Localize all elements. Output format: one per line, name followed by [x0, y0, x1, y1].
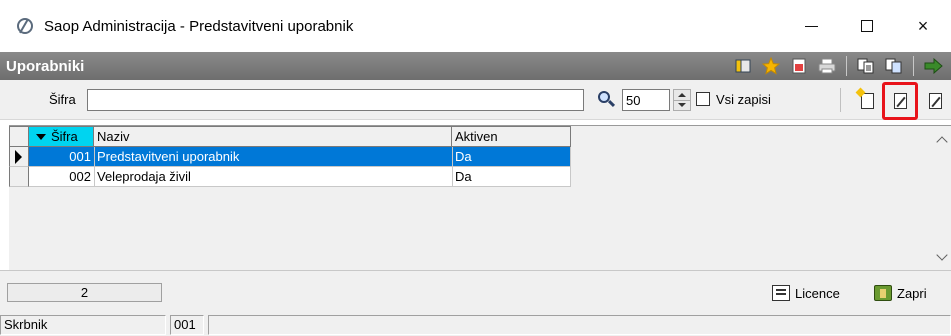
maximize-icon — [861, 20, 873, 32]
module-title: Uporabniki — [6, 57, 85, 75]
column-header-label: Šifra — [51, 129, 78, 144]
window-controls: × — [783, 0, 951, 52]
spinner-up-icon — [678, 93, 686, 97]
row-indicator — [9, 147, 29, 167]
row-indicator-header — [9, 126, 29, 147]
paste-icon — [885, 58, 902, 74]
spinner-divider — [674, 100, 690, 101]
table-row[interactable]: 002 Veleprodaja živil Da — [9, 167, 571, 187]
toolbar-separator — [840, 88, 841, 112]
column-header-naziv[interactable]: Naziv — [94, 126, 452, 147]
magnifier-handle — [607, 99, 616, 108]
new-record-button[interactable] — [853, 88, 881, 114]
navigate-button[interactable] — [921, 55, 945, 77]
module-header: Uporabniki — [0, 52, 951, 80]
edit-multiple-icon — [928, 93, 942, 109]
columns-icon — [735, 59, 751, 73]
paste-button[interactable] — [882, 55, 906, 77]
status-user-code: 001 — [170, 315, 204, 335]
edit-all-button[interactable] — [921, 88, 949, 114]
cell-naziv[interactable]: Predstavitveni uporabnik — [94, 147, 452, 167]
users-table: Šifra Naziv Aktiven 001 Predstavitveni u… — [9, 125, 951, 271]
toolbar-separator — [913, 56, 914, 76]
close-icon: × — [917, 15, 929, 36]
license-button-label: Licence — [795, 285, 840, 301]
edit-button-highlight — [882, 82, 918, 120]
maximize-button[interactable] — [839, 0, 895, 52]
cell-sifra[interactable]: 001 — [29, 147, 94, 167]
header-toolbar — [731, 54, 945, 78]
new-document-icon — [860, 93, 874, 109]
all-records-checkbox[interactable] — [696, 92, 710, 106]
sort-descending-icon — [36, 133, 46, 140]
column-header-sifra[interactable]: Šifra — [29, 126, 94, 147]
status-message — [208, 315, 951, 335]
minimize-button[interactable] — [783, 0, 839, 52]
export-button[interactable] — [787, 55, 811, 77]
record-count-input[interactable] — [622, 89, 670, 111]
status-user-name: Skrbnik — [0, 315, 166, 335]
cell-aktiven[interactable]: Da — [452, 167, 571, 187]
toolbar-separator — [846, 56, 847, 76]
row-indicator — [9, 167, 29, 187]
record-count-spinner[interactable] — [673, 89, 691, 111]
close-window-button[interactable]: Zapri — [874, 282, 927, 304]
license-button[interactable]: Licence — [772, 282, 840, 304]
close-window-button-label: Zapri — [897, 285, 927, 301]
arrow-icon — [924, 58, 943, 74]
copy-button[interactable] — [854, 55, 878, 77]
close-button[interactable]: × — [895, 0, 951, 52]
license-icon — [772, 285, 790, 301]
columns-button[interactable] — [731, 55, 755, 77]
print-button[interactable] — [815, 55, 839, 77]
current-row-icon — [15, 150, 22, 164]
search-button[interactable] — [596, 89, 616, 111]
star-icon — [762, 57, 780, 75]
cell-naziv[interactable]: Veleprodaja živil — [94, 167, 452, 187]
title-bar: Saop Administracija - Predstavitveni upo… — [0, 0, 951, 52]
copy-icon — [857, 58, 874, 74]
printer-icon — [818, 58, 836, 74]
app-logo-icon — [17, 18, 33, 34]
column-header-aktiven[interactable]: Aktiven — [452, 126, 571, 147]
scroll-up-icon[interactable] — [936, 136, 948, 148]
search-toolbar: Šifra Vsi zapisi — [0, 80, 951, 120]
vertical-scrollbar[interactable] — [934, 126, 951, 271]
export-icon — [792, 58, 806, 74]
footer-bar: 2 Licence Zapri — [0, 270, 951, 312]
search-label: Šifra — [49, 92, 76, 107]
favorites-button[interactable] — [759, 55, 783, 77]
cell-aktiven[interactable]: Da — [452, 147, 571, 167]
search-input[interactable] — [87, 89, 584, 111]
scroll-down-icon[interactable] — [936, 249, 948, 261]
cell-sifra[interactable]: 002 — [29, 167, 94, 187]
table-row[interactable]: 001 Predstavitveni uporabnik Da — [9, 147, 571, 167]
status-bar: Skrbnik 001 — [0, 312, 951, 336]
record-count: 2 — [7, 283, 162, 302]
spinner-down-icon — [678, 103, 686, 107]
window-title: Saop Administracija - Predstavitveni upo… — [44, 17, 354, 35]
minimize-icon — [804, 25, 818, 27]
exit-door-icon — [874, 285, 892, 301]
all-records-label: Vsi zapisi — [716, 92, 771, 107]
table-header: Šifra Naziv Aktiven — [9, 126, 571, 147]
